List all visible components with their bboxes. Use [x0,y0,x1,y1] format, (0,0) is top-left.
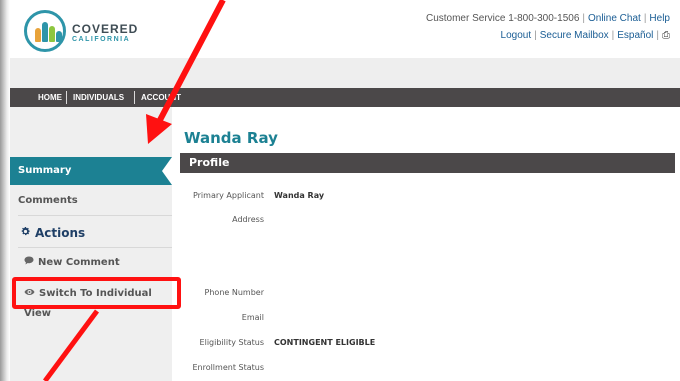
logout-link[interactable]: Logout [501,30,532,41]
sidebar-item-label: Summary [18,165,72,176]
field-label-eligibility-status: Eligibility Status [199,338,264,347]
field-label-enrollment-status: Enrollment Status [192,363,264,372]
nav-individuals[interactable]: INDIVIDUALS [73,88,124,107]
nav-separator [134,91,135,104]
app-window: COVERED CALIFORNIA Customer Service 1-80… [0,0,680,381]
field-value-eligibility-status: CONTINGENT ELIGIBLE [274,338,376,347]
profile-section-header: Profile [180,153,675,173]
speech-bubble-icon [24,253,34,273]
field-value-primary-applicant: Wanda Ray [274,191,325,200]
utility-links: Customer Service 1-800-300-1506 | Online C… [425,13,670,41]
gear-icon [20,221,31,245]
actions-label: Actions [35,226,86,240]
sidebar-divider [18,247,172,248]
highlight-box [12,277,181,309]
left-shadow [0,0,10,381]
help-link[interactable]: Help [649,13,670,24]
header: COVERED CALIFORNIA Customer Service 1-80… [10,0,680,58]
secure-mailbox-link[interactable]: Secure Mailbox [540,30,609,41]
printer-icon[interactable]: ⎙ [662,30,670,41]
active-notch [162,157,172,185]
nav-account[interactable]: ACCOUNT [141,88,181,107]
nav-spacer-band [10,58,680,88]
page-title: Wanda Ray [184,129,278,147]
logo-text-covered: COVERED [72,22,139,36]
sidebar-item-label: Comments [18,195,78,206]
customer-service-text: Customer Service 1-800-300-1506 [425,13,580,24]
logo-mark-icon [24,10,66,52]
espanol-link[interactable]: Español [617,30,653,41]
online-chat-link[interactable]: Online Chat [588,13,641,24]
field-label-email: Email [241,313,264,322]
field-label-primary-applicant: Primary Applicant [192,191,264,200]
sidebar-divider [18,215,172,216]
main-content: Wanda Ray Profile Primary Applicant Wand… [172,107,680,381]
new-comment-button[interactable]: New Comment [10,253,172,273]
covered-california-logo[interactable]: COVERED CALIFORNIA [24,10,164,52]
nav-home[interactable]: HOME [38,88,62,107]
sidebar-item-summary[interactable]: Summary [10,157,172,185]
sidebar-item-comments[interactable]: Comments [10,189,172,213]
new-comment-label: New Comment [38,257,120,268]
field-label-phone-number: Phone Number [204,288,264,297]
main-nav: HOME INDIVIDUALS ACCOUNT [10,88,680,107]
logo-text-california: CALIFORNIA [72,36,131,43]
actions-heading: Actions [10,221,172,245]
sidebar: Summary Comments Actions New Comment Swi… [10,107,172,381]
field-label-address: Address [232,215,264,224]
nav-separator [66,91,67,104]
